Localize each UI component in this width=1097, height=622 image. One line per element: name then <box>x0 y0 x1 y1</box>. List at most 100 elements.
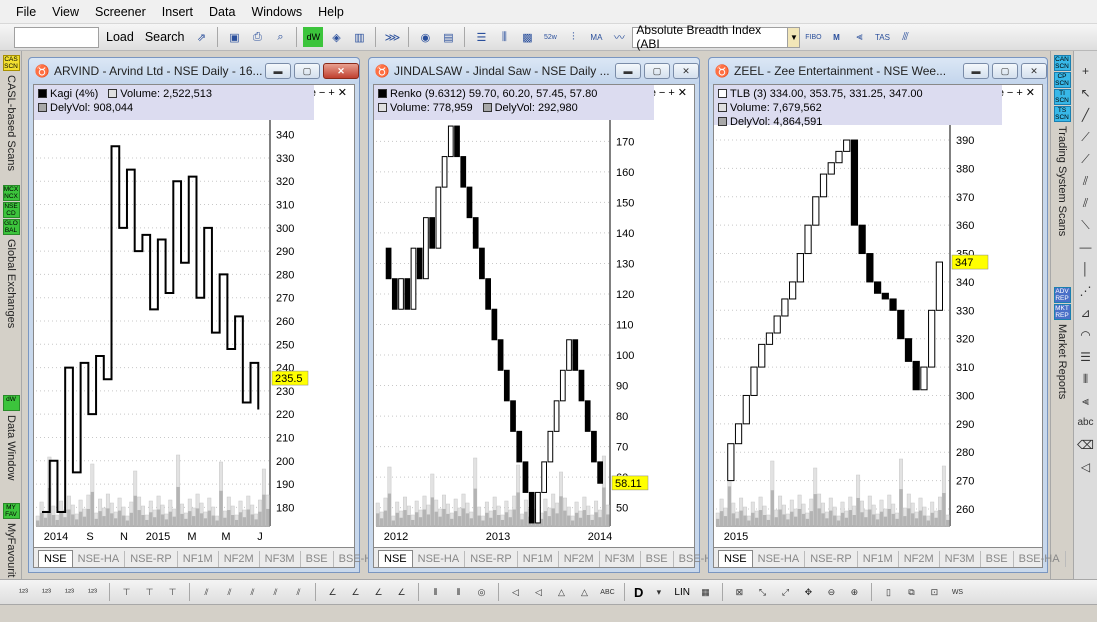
gann-fan-icon[interactable]: ⋰ <box>1076 281 1096 301</box>
number-123-icon[interactable]: ¹²³ <box>14 583 33 602</box>
legend-series[interactable]: DelyVol: 292,980 <box>482 101 578 115</box>
chevron-down-icon[interactable]: ▾ <box>649 583 668 602</box>
collapse-icon[interactable]: ◁ <box>1076 457 1096 477</box>
pan-icon[interactable]: ✥ <box>799 583 818 602</box>
data-window-icon[interactable]: dW <box>303 27 324 47</box>
bars-b-icon[interactable]: ⦀ <box>449 583 468 602</box>
maximize-button[interactable]: ▢ <box>644 63 670 79</box>
legend-series[interactable]: Volume: 7,679,562 <box>718 101 822 115</box>
circle-icon[interactable]: ◎ <box>472 583 491 602</box>
menu-insert[interactable]: Insert <box>154 5 201 19</box>
linear-scale-button[interactable]: LIN <box>672 587 692 598</box>
menu-file[interactable]: File <box>8 5 44 19</box>
price-chart[interactable]: 3403303203103002902802702602502402302202… <box>34 85 314 550</box>
legend-series[interactable]: DelyVol: 908,044 <box>38 101 133 115</box>
menu-screener[interactable]: Screener <box>87 5 154 19</box>
tab-bse-ha[interactable]: BSE-HA <box>1014 551 1066 567</box>
chart-window-title-bar[interactable]: ♉ JINDALSAW - Jindal Saw - NSE Daily ...… <box>369 58 699 84</box>
menu-data[interactable]: Data <box>201 5 243 19</box>
globe-icon[interactable]: ◉ <box>415 27 435 47</box>
minimize-button[interactable]: ▬ <box>963 63 989 79</box>
global-exchanges-tab[interactable]: MCX NCX NSE CD GLO BAL Global Exchanges <box>2 185 20 328</box>
close-button[interactable]: ✕ <box>673 63 699 79</box>
fork-c-icon[interactable]: ⫽ <box>243 583 262 602</box>
fan-lines-icon[interactable]: ⫷ <box>1076 391 1096 411</box>
my-favourites-tab[interactable]: MY FAV MyFavourit <box>2 503 20 577</box>
tab-nse[interactable]: NSE <box>38 550 73 567</box>
tab-nse-ha[interactable]: NSE-HA <box>73 551 126 567</box>
angle-b-icon[interactable]: ∠ <box>346 583 365 602</box>
period-dropdown[interactable]: D <box>632 585 645 600</box>
tab-nf2m[interactable]: NF2M <box>559 551 600 567</box>
crosshair-icon[interactable]: + <box>1076 61 1096 81</box>
legend-series[interactable]: Renko (9.6312) 59.70, 60.20, 57.45, 57.8… <box>378 87 597 101</box>
bars-icon[interactable]: ⦀ <box>426 583 445 602</box>
fibonacci-icon[interactable]: ☰ <box>1076 347 1096 367</box>
line-tool-b-icon[interactable]: ⊤ <box>140 583 159 602</box>
close-button[interactable]: ✕ <box>323 63 359 79</box>
trading-system-scans-tab[interactable]: CAN SCN CP SCN TI SCN TS SCN Trading Sys… <box>1053 55 1071 236</box>
channel-sl-icon[interactable]: ⫽ <box>1076 193 1096 213</box>
channel-icon[interactable]: ⫽ <box>1076 171 1096 191</box>
print-icon[interactable]: ⎙ <box>247 27 267 47</box>
minimize-button[interactable]: ▬ <box>615 63 641 79</box>
text-icon[interactable]: abc <box>1076 413 1096 433</box>
tas-icon[interactable]: TAS <box>872 27 892 47</box>
speed-lines-icon[interactable]: ⊿ <box>1076 303 1096 323</box>
layout-icon[interactable]: ▤ <box>438 27 458 47</box>
arc-icon[interactable]: ◠ <box>1076 325 1096 345</box>
trendline-sl-icon[interactable]: ⟋ <box>1076 127 1096 147</box>
chart-window-arvind[interactable]: ♉ ARVIND - Arvind Ltd - NSE Daily - 16..… <box>28 57 386 573</box>
volume-icon[interactable]: ⫼ <box>494 27 514 47</box>
grid-icon[interactable]: ▦ <box>696 583 715 602</box>
indicator-icon[interactable]: 〰 <box>609 27 629 47</box>
menu-help[interactable]: Help <box>310 5 352 19</box>
angle-c-icon[interactable]: ∠ <box>369 583 388 602</box>
wedge-icon[interactable]: ◁ <box>506 583 525 602</box>
chevron-down-icon[interactable]: ▼ <box>787 27 800 47</box>
link-icon[interactable]: ⋙ <box>382 27 402 47</box>
menu-windows[interactable]: Windows <box>243 5 310 19</box>
fork-b-icon[interactable]: ⫽ <box>220 583 239 602</box>
tab-nse-rp[interactable]: NSE-RP <box>805 551 858 567</box>
number-123c-icon[interactable]: ¹²³ <box>60 583 79 602</box>
delivery-volume-icon[interactable]: ▩ <box>517 27 537 47</box>
angle-icon[interactable]: ∠ <box>323 583 342 602</box>
legend-series[interactable]: Kagi (4%) <box>38 87 98 101</box>
52w-high-low-icon[interactable]: 52w <box>540 27 560 47</box>
search-button[interactable]: Search <box>141 30 189 44</box>
angle-d-icon[interactable]: ∠ <box>392 583 411 602</box>
save-icon[interactable]: ▣ <box>224 27 244 47</box>
tab-nse-ha[interactable]: NSE-HA <box>753 551 806 567</box>
copy-icon[interactable]: ⧉ <box>902 583 921 602</box>
casl-scans-tab[interactable]: CAS SCN CASL-based Scans <box>2 55 20 171</box>
print-preview-icon[interactable]: ⌕ <box>270 27 290 47</box>
chart-window-title-bar[interactable]: ♉ ARVIND - Arvind Ltd - NSE Daily - 16..… <box>29 58 359 84</box>
line-tool-c-icon[interactable]: ⊤ <box>163 583 182 602</box>
legend-series[interactable]: TLB (3) 334.00, 353.75, 331.25, 347.00 <box>718 87 923 101</box>
auto-fibo-icon[interactable]: FIBO <box>803 27 823 47</box>
ohlc-icon[interactable]: ⫷ <box>849 27 869 47</box>
zoom-out-icon[interactable]: ⊖ <box>822 583 841 602</box>
load-button[interactable]: Load <box>102 30 138 44</box>
maximize-button[interactable]: ▢ <box>294 63 320 79</box>
tab-nf3m[interactable]: NF3M <box>260 551 301 567</box>
zoom-y-icon[interactable]: ⤢ <box>776 583 795 602</box>
chart-body[interactable]: Kagi (4%) Volume: 2,522,513 DelyVol: 908… <box>33 84 386 568</box>
eraser-icon[interactable]: ⌫ <box>1076 435 1096 455</box>
price-chart[interactable]: 3903803703603503403303203103002902802702… <box>714 85 994 550</box>
tab-nf3m[interactable]: NF3M <box>600 551 641 567</box>
line-tool-icon[interactable]: ⊤ <box>117 583 136 602</box>
tab-bse[interactable]: BSE <box>301 551 334 567</box>
tab-nf3m[interactable]: NF3M <box>940 551 981 567</box>
number-123d-icon[interactable]: ¹²³ <box>83 583 102 602</box>
zoom-xy-icon[interactable]: ⤡ <box>753 583 772 602</box>
tab-nf1m[interactable]: NF1M <box>858 551 899 567</box>
minimize-button[interactable]: ▬ <box>265 63 291 79</box>
abc-pattern-icon[interactable]: ABC <box>598 583 617 602</box>
tab-nse[interactable]: NSE <box>378 550 413 567</box>
fork-d-icon[interactable]: ⫽ <box>266 583 285 602</box>
legend-controls[interactable]: e−+✕ <box>998 86 1038 99</box>
chart-window-zeel[interactable]: ♉ ZEEL - Zee Entertainment - NSE Wee... … <box>708 57 1066 573</box>
tab-nse-ha[interactable]: NSE-HA <box>413 551 466 567</box>
